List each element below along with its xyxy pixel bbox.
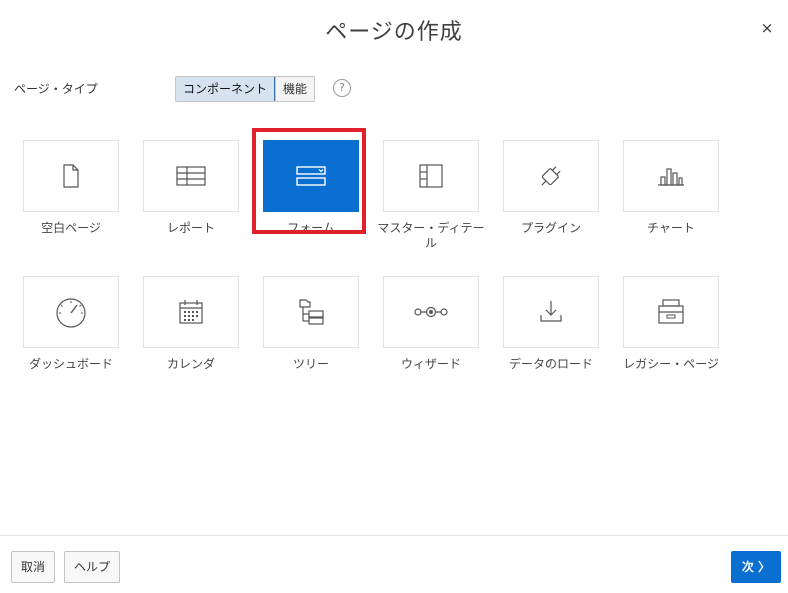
tile-data-load[interactable]: データのロード <box>503 276 599 372</box>
page-type-feature-button[interactable]: 機能 <box>275 77 315 101</box>
tile-legacy-page[interactable]: レガシー・ページ <box>623 276 719 372</box>
bar-chart-icon <box>658 168 684 186</box>
master-detail-icon <box>419 164 443 188</box>
tile-dashboard[interactable]: ダッシュボード <box>23 276 119 372</box>
dashboard-gauge-icon <box>56 298 86 328</box>
legacy-page-icon <box>658 299 684 324</box>
tile-label: ダッシュボード <box>28 357 113 371</box>
tile-label: レポート <box>166 221 215 235</box>
tile-label: チャート <box>647 221 695 235</box>
create-page-dialog: ページの作成 × ページ・タイプ コンポーネント 機能 ? 空白ページ レポート <box>0 0 788 593</box>
tile-label: ウィザード <box>400 357 461 371</box>
blank-page-icon <box>63 164 79 188</box>
tile-blank-page[interactable]: 空白ページ <box>23 140 119 236</box>
dialog-footer: 取消 ヘルプ 次 〉 <box>0 535 788 593</box>
tile-form[interactable]: フォーム <box>263 140 359 236</box>
tile-label: 空白ページ <box>41 221 101 235</box>
form-icon <box>296 166 326 186</box>
close-button[interactable]: × <box>756 17 778 39</box>
page-type-component-button[interactable]: コンポーネント <box>176 77 276 101</box>
tile-calendar[interactable]: カレンダ <box>143 276 239 372</box>
tile-master-detail[interactable]: マスター・ディテール <box>377 140 485 251</box>
page-type-toggle: コンポーネント 機能 <box>175 76 316 102</box>
report-table-icon <box>176 166 206 186</box>
tree-icon <box>299 299 324 325</box>
tile-report[interactable]: レポート <box>143 140 239 236</box>
tile-label: プラグイン <box>520 221 581 235</box>
tile-tree[interactable]: ツリー <box>263 276 359 372</box>
dialog-title: ページの作成 <box>325 20 463 45</box>
tile-label: データのロード <box>508 357 593 371</box>
wizard-icon <box>414 306 448 318</box>
tile-label: ツリー <box>292 357 329 371</box>
tile-label: カレンダ <box>166 357 215 371</box>
data-load-icon <box>540 301 562 322</box>
plugin-icon <box>541 166 561 186</box>
calendar-icon <box>179 300 203 324</box>
tile-label: レガシー・ページ <box>623 357 719 371</box>
cancel-button[interactable]: 取消 <box>11 551 56 583</box>
help-icon[interactable]: ? <box>333 79 351 97</box>
tile-label: マスター・ディテール <box>377 221 485 250</box>
tile-wizard[interactable]: ウィザード <box>383 276 479 372</box>
page-type-label: ページ・タイプ <box>14 82 98 96</box>
tile-chart[interactable]: チャート <box>623 140 719 236</box>
tile-plugin[interactable]: プラグイン <box>503 140 599 236</box>
tile-label: フォーム <box>287 221 335 235</box>
help-button[interactable]: ヘルプ <box>64 551 121 583</box>
next-button[interactable]: 次 〉 <box>731 551 781 583</box>
